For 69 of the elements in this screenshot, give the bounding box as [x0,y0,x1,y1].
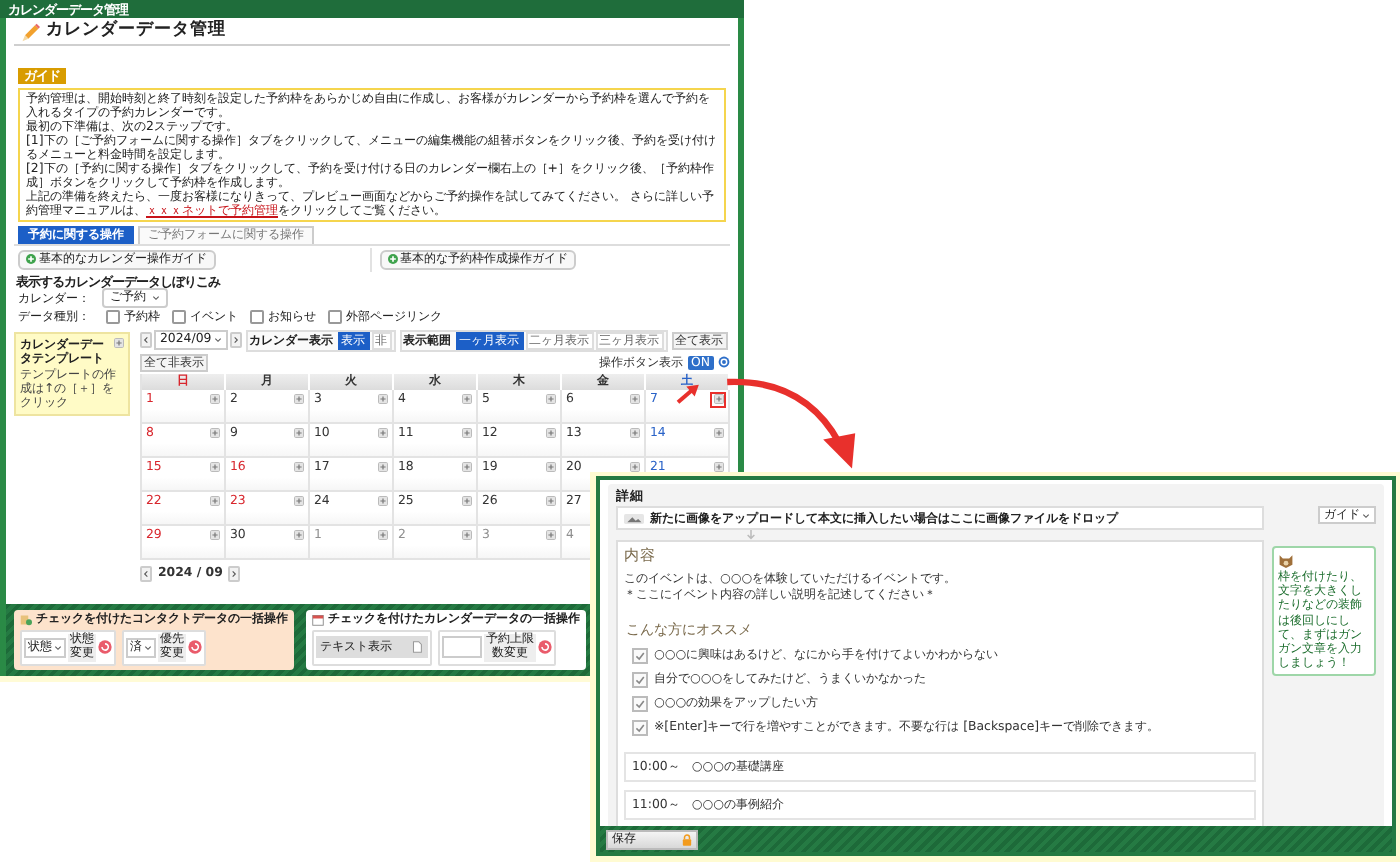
plus-icon[interactable] [461,428,471,438]
refresh-icon[interactable] [538,640,552,654]
plus-icon[interactable] [545,462,555,472]
settings-icon[interactable] [718,356,730,368]
lock-icon [682,833,692,845]
plus-icon[interactable] [377,496,387,506]
plus-icon[interactable] [545,530,555,540]
caret-icon [152,294,160,302]
chevron-left-icon [142,569,150,577]
plus-icon[interactable] [629,394,639,404]
plus-icon[interactable] [209,428,219,438]
pencil-icon [20,21,40,41]
caret-icon [213,336,222,344]
plus-icon [387,254,397,265]
refresh-icon[interactable] [98,640,112,654]
contact-icon [20,613,32,626]
document-icon[interactable] [410,640,424,654]
plus-icon[interactable] [713,462,723,472]
plus-icon[interactable] [461,394,471,404]
checkbox[interactable] [632,696,648,712]
animal-icon [1278,552,1294,568]
plus-icon[interactable] [209,496,219,506]
plus-icon[interactable] [629,462,639,472]
plus-icon [26,254,36,265]
caret-icon [144,643,152,651]
down-arrow-icon [746,530,756,540]
checkbox[interactable] [632,672,648,688]
plus-icon[interactable] [209,530,219,540]
next-button[interactable] [229,332,242,348]
plus-icon[interactable] [293,428,303,438]
plus-icon[interactable] [377,530,387,540]
refresh-icon[interactable] [188,640,202,654]
plus-icon[interactable] [377,462,387,472]
checkbox[interactable] [632,648,648,664]
chevron-left-icon [142,336,150,344]
plus-icon[interactable] [545,394,555,404]
plus-icon[interactable] [545,428,555,438]
plus-icon[interactable] [377,428,387,438]
plus-icon[interactable] [629,428,639,438]
checkbox[interactable] [328,309,342,323]
plus-icon[interactable] [377,394,387,404]
checkbox[interactable] [172,309,186,323]
plus-icon[interactable] [293,462,303,472]
editor-area[interactable] [616,540,1264,826]
plus-icon[interactable] [293,530,303,540]
checkbox[interactable] [106,309,120,323]
next-button[interactable] [228,565,241,581]
plus-icon[interactable] [209,462,219,472]
plus-icon[interactable] [713,428,723,438]
input-field[interactable] [442,636,482,658]
plus-icon[interactable] [114,337,124,347]
image-icon [624,513,644,523]
caret-icon [54,643,62,651]
pointer-arrow [676,384,700,404]
plus-icon[interactable] [293,394,303,404]
caret-icon [1362,511,1370,519]
chevron-right-icon [230,569,239,577]
checkbox[interactable] [632,720,648,736]
plus-icon[interactable] [461,462,471,472]
plus-icon[interactable] [545,496,555,506]
previous-button[interactable] [140,332,152,348]
page-heading: カレンダーデータ管理 [46,20,226,42]
chevron-right-icon [231,336,240,344]
previous-button[interactable] [140,565,152,581]
plus-icon[interactable] [209,394,219,404]
plus-icon[interactable] [461,496,471,506]
checkbox[interactable] [250,309,264,323]
plus-icon[interactable] [293,496,303,506]
plus-icon[interactable] [461,530,471,540]
